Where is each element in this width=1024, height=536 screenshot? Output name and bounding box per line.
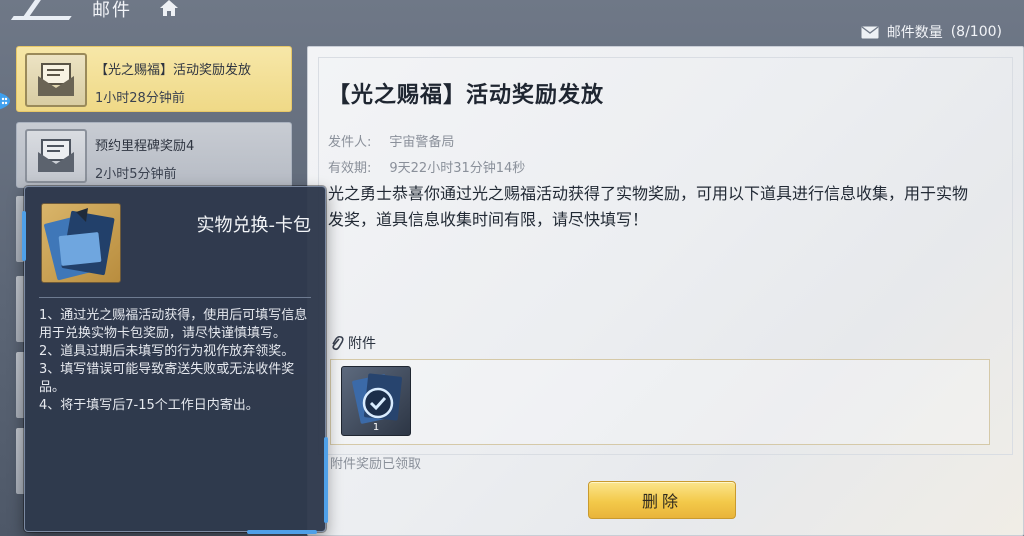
tooltip-line: 3、填写错误可能导致寄送失败或无法收件奖品。: [39, 362, 295, 395]
mail-subject: 【光之赐福】活动奖励发放: [95, 63, 252, 78]
scroll-handle[interactable]: [0, 90, 14, 112]
sender-row: 发件人: 宇宙警备局: [328, 131, 454, 150]
validity-row: 有效期: 9天22小时31分钟14秒: [328, 157, 525, 176]
sender-label: 发件人:: [328, 135, 372, 150]
tooltip-line: 4、将于填写后7-15个工作日内寄出。: [39, 398, 259, 413]
top-bar: 邮件 邮件数量 (8/100): [0, 0, 1024, 44]
tooltip-line: 2、道具过期后未填写的行为视作放弃领奖。: [39, 344, 295, 359]
page-title: 邮件: [92, 0, 132, 21]
attachment-item[interactable]: 1: [341, 366, 411, 436]
sender-value: 宇宙警备局: [389, 135, 455, 150]
card-pack-icon: [41, 203, 121, 283]
item-tooltip: 实物兑换-卡包 1、通过光之赐福活动获得，使用后可填写信息用于兑换实物卡包奖励，…: [22, 186, 328, 534]
mail-count: 邮件数量 (8/100): [861, 22, 1002, 42]
mail-time: 2小时5分钟前: [95, 167, 177, 182]
mail-body: 光之勇士恭喜你通过光之赐福活动获得了实物奖励，可用以下道具进行信息收集，用于实物…: [328, 184, 969, 229]
delete-button[interactable]: 删除: [588, 481, 736, 519]
validity-value: 9天22小时31分钟14秒: [389, 161, 526, 176]
attachment-header: 附件: [330, 333, 376, 353]
tooltip-body: 1、通过光之赐福活动获得，使用后可填写信息用于兑换实物卡包奖励，请尽快谨慎填写。…: [39, 307, 315, 415]
tooltip-title: 实物兑换-卡包: [196, 215, 312, 236]
mail-detail-panel: 【光之赐福】活动奖励发放 发件人: 宇宙警备局 有效期: 9天22小时31分钟14秒…: [307, 46, 1024, 536]
back-slash-icon[interactable]: [10, 0, 88, 20]
envelope-icon: [861, 25, 879, 38]
mail-time: 1小时28分钟前: [95, 91, 185, 106]
mail-subject: 预约里程碑奖励4: [95, 139, 195, 154]
mail-list-item[interactable]: 预约里程碑奖励4 2小时5分钟前: [16, 122, 292, 188]
tooltip-accent: [324, 437, 328, 523]
mail-count-value: (8/100): [950, 24, 1002, 40]
mail-title: 【光之赐福】活动奖励发放: [328, 83, 605, 108]
attachment-label: 附件: [348, 336, 376, 352]
mail-thumb-icon: [25, 129, 87, 183]
home-icon[interactable]: [158, 0, 180, 18]
claimed-status: 附件奖励已领取: [330, 457, 422, 472]
tooltip-accent: [247, 530, 317, 534]
tooltip-line: 1、通过光之赐福活动获得，使用后可填写信息用于兑换实物卡包奖励，请尽快谨慎填写。: [39, 308, 308, 341]
attachment-quantity: 1: [372, 422, 380, 433]
attachment-box: 1: [330, 359, 990, 445]
tooltip-divider: [39, 297, 311, 298]
mail-list-item[interactable]: 【光之赐福】活动奖励发放 1小时28分钟前: [16, 46, 292, 112]
tooltip-accent: [22, 211, 26, 261]
mail-count-label: 邮件数量: [886, 25, 943, 41]
validity-label: 有效期:: [328, 161, 372, 176]
mail-thumb-icon: [25, 53, 87, 107]
paperclip-icon: [332, 335, 344, 351]
